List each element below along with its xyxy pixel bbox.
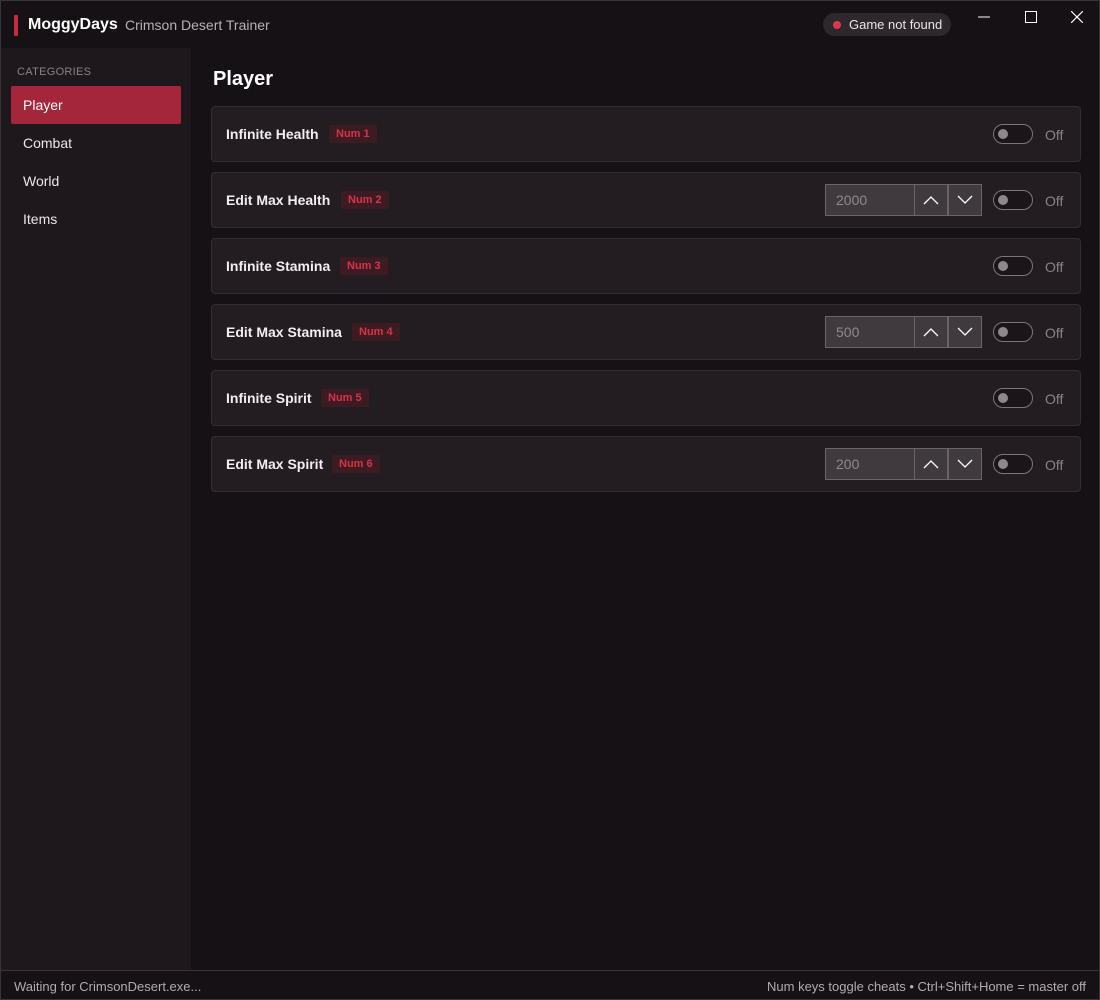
app-subtitle: Crimson Desert Trainer	[125, 17, 270, 33]
value-input[interactable]: 2000	[825, 184, 915, 216]
cheat-toggle[interactable]	[993, 388, 1033, 408]
cheat-toggle[interactable]	[993, 124, 1033, 144]
cheat-name: Edit Max Health	[226, 192, 331, 208]
cheat-toggle[interactable]	[993, 454, 1033, 474]
trainer-window: MoggyDays Crimson Desert Trainer Game no…	[0, 0, 1100, 1000]
decrement-button[interactable]	[948, 184, 982, 216]
toggle-state-label: Off	[1045, 325, 1064, 341]
cheat-row-infinite-spirit: Infinite Spirit Num 5 Off	[211, 370, 1081, 426]
game-status-badge: Game not found	[823, 13, 951, 36]
toggle-state-label: Off	[1045, 127, 1064, 143]
minimize-button[interactable]	[961, 1, 1007, 33]
increment-button[interactable]	[914, 316, 948, 348]
hotkey-badge: Num 4	[352, 323, 400, 341]
sidebar-item-world[interactable]: World	[11, 162, 181, 200]
toggle-knob	[998, 195, 1008, 205]
hotkey-badge: Num 3	[340, 257, 388, 275]
cheat-toggle[interactable]	[993, 322, 1033, 342]
maximize-button[interactable]	[1008, 1, 1054, 33]
chevron-down-icon	[957, 459, 973, 468]
sidebar-item-label: World	[23, 173, 60, 189]
toggle-knob	[998, 327, 1008, 337]
sidebar-item-label: Player	[23, 97, 63, 113]
increment-button[interactable]	[914, 448, 948, 480]
cheat-name: Infinite Health	[226, 126, 319, 142]
toggle-state-label: Off	[1045, 391, 1064, 407]
toggle-knob	[998, 129, 1008, 139]
sidebar-item-label: Items	[23, 211, 58, 227]
cheat-row-edit-max-stamina: Edit Max Stamina Num 4 500 Off	[211, 304, 1081, 360]
cheat-name: Infinite Spirit	[226, 390, 312, 406]
cheat-row-edit-max-health: Edit Max Health Num 2 2000 Off	[211, 172, 1081, 228]
minimize-icon	[978, 16, 990, 18]
chevron-up-icon	[923, 196, 939, 205]
sidebar: CATEGORIES Player Combat World Items	[1, 48, 191, 970]
cheat-row-infinite-health: Infinite Health Num 1 Off	[211, 106, 1081, 162]
status-bar: Waiting for CrimsonDesert.exe... Num key…	[1, 970, 1099, 999]
title-bar[interactable]: MoggyDays Crimson Desert Trainer Game no…	[1, 1, 1099, 48]
sidebar-item-items[interactable]: Items	[11, 200, 181, 238]
process-status-text: Waiting for CrimsonDesert.exe...	[14, 979, 202, 994]
sidebar-item-label: Combat	[23, 135, 73, 151]
main-panel: Player Infinite Health Num 1 Off Edit Ma…	[191, 48, 1099, 970]
hotkey-hint-text: Num keys toggle cheats • Ctrl+Shift+Home…	[767, 979, 1086, 994]
close-button[interactable]	[1054, 1, 1100, 33]
value-input[interactable]: 500	[825, 316, 915, 348]
chevron-down-icon	[957, 195, 973, 204]
value-input[interactable]: 200	[825, 448, 915, 480]
cheat-toggle[interactable]	[993, 256, 1033, 276]
chevron-up-icon	[923, 328, 939, 337]
toggle-state-label: Off	[1045, 259, 1064, 275]
sidebar-item-player[interactable]: Player	[11, 86, 181, 124]
close-icon	[1071, 11, 1083, 23]
brand-name: MoggyDays	[28, 16, 118, 33]
status-dot-icon	[833, 20, 841, 29]
chevron-up-icon	[923, 460, 939, 469]
game-status-label: Game not found	[849, 17, 943, 32]
toggle-state-label: Off	[1045, 457, 1064, 473]
increment-button[interactable]	[914, 184, 948, 216]
toggle-knob	[998, 261, 1008, 271]
cheat-toggle[interactable]	[993, 190, 1033, 210]
cheat-row-edit-max-spirit: Edit Max Spirit Num 6 200 Off	[211, 436, 1081, 492]
decrement-button[interactable]	[948, 316, 982, 348]
toggle-knob	[998, 393, 1008, 403]
chevron-down-icon	[957, 327, 973, 336]
toggle-state-label: Off	[1045, 193, 1064, 209]
maximize-icon	[1025, 11, 1037, 23]
hotkey-badge: Num 6	[332, 455, 380, 473]
cheat-name: Infinite Stamina	[226, 258, 331, 274]
page-title: Player	[213, 68, 274, 90]
toggle-knob	[998, 459, 1008, 469]
hotkey-badge: Num 5	[321, 389, 369, 407]
sidebar-heading: CATEGORIES	[17, 66, 92, 78]
hotkey-badge: Num 1	[329, 125, 377, 143]
cheat-name: Edit Max Spirit	[226, 456, 324, 472]
decrement-button[interactable]	[948, 448, 982, 480]
sidebar-item-combat[interactable]: Combat	[11, 124, 181, 162]
brand-accent-bar	[14, 15, 18, 36]
hotkey-badge: Num 2	[341, 191, 389, 209]
cheat-row-infinite-stamina: Infinite Stamina Num 3 Off	[211, 238, 1081, 294]
cheat-name: Edit Max Stamina	[226, 324, 342, 340]
